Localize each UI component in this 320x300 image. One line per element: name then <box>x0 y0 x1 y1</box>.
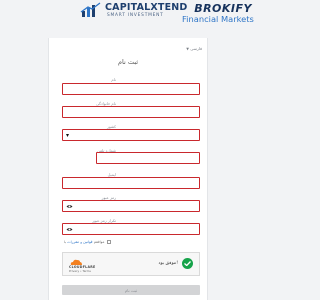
language-label: فارسی <box>190 46 202 51</box>
captcha-status: موفق بود! <box>158 261 178 266</box>
chevron-down-icon: ▼ <box>186 47 189 51</box>
brokify-tagline: Financial Markets <box>182 14 254 24</box>
capitalxtend-logo: CAPITALXTEND SMART INVESTMENT <box>80 1 187 20</box>
captcha-widget: CLOUDFLARE Privacy • Terms موفق بود! <box>62 252 200 276</box>
password-field[interactable] <box>62 200 200 212</box>
terms-prefix: با <box>64 240 67 244</box>
first-name-field[interactable] <box>62 83 200 103</box>
capitalxtend-mark-icon <box>80 2 101 17</box>
terms-link[interactable]: قوانین و مقررات <box>67 240 92 244</box>
last-name-field[interactable] <box>62 106 200 126</box>
cloudflare-links[interactable]: Privacy • Terms <box>69 269 99 273</box>
brokify-name: BROKIFY <box>194 2 252 15</box>
email-field[interactable] <box>62 177 200 197</box>
form-title: ثبت نام <box>117 58 139 66</box>
check-icon <box>182 258 193 269</box>
eye-icon[interactable] <box>66 227 73 232</box>
last-name-input[interactable] <box>63 116 199 126</box>
phone-field[interactable] <box>96 152 200 172</box>
first-name-label: نام <box>111 77 116 82</box>
submit-button[interactable]: ثبت نام <box>62 285 200 295</box>
first-name-input[interactable] <box>63 93 199 103</box>
chevron-down-icon: ▾ <box>66 132 70 139</box>
brokify-logo: BROKIFY Financial Markets <box>182 2 254 24</box>
terms-agreement: موافقم قوانین و مقررات با <box>64 240 111 244</box>
country-select[interactable]: ▾ <box>62 129 200 141</box>
eye-icon[interactable] <box>66 204 73 209</box>
capitalxtend-tagline: SMART INVESTMENT <box>107 13 164 18</box>
capitalxtend-name: CAPITALXTEND <box>105 2 188 13</box>
confirm-password-field[interactable] <box>62 223 200 235</box>
terms-suffix: موافقم <box>93 240 105 244</box>
terms-checkbox[interactable] <box>106 240 111 244</box>
cloudflare-logo: CLOUDFLARE Privacy • Terms <box>69 259 99 273</box>
phone-input[interactable] <box>97 162 199 172</box>
language-selector[interactable]: ▼ فارسی <box>185 46 202 51</box>
email-input[interactable] <box>63 187 199 197</box>
